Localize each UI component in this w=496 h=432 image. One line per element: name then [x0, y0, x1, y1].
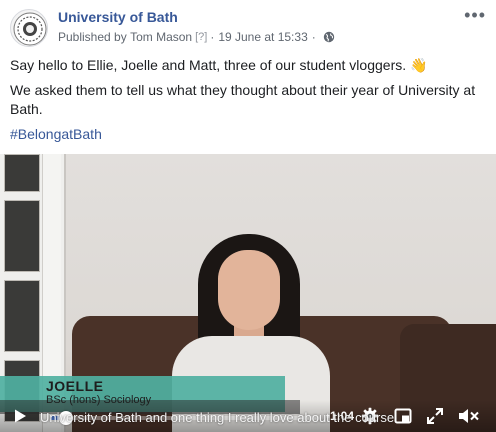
expand-icon[interactable]	[426, 407, 444, 425]
video-player[interactable]: JOELLE BSc (hons) Sociology -1:04	[0, 154, 496, 432]
video-subtitle: University of Bath and one thing I reall…	[40, 410, 395, 425]
published-prefix: Published by	[58, 30, 127, 44]
publisher-name[interactable]: Tom Mason	[130, 30, 192, 44]
help-marker[interactable]: [?]	[195, 31, 207, 43]
post-timestamp[interactable]: 19 June at 15:33	[218, 30, 307, 44]
video-person-face	[218, 250, 280, 330]
post-line-1: Say hello to Ellie, Joelle and Matt, thr…	[10, 57, 428, 73]
picture-in-picture-icon[interactable]	[394, 407, 412, 425]
door-pane	[4, 200, 40, 272]
hashtag-link[interactable]: #BelongatBath	[10, 125, 482, 144]
separator: ·	[210, 30, 215, 44]
separator: ·	[311, 30, 316, 44]
post-meta: Published by Tom Mason [?] · 19 June at …	[58, 30, 335, 44]
caption-name: JOELLE	[46, 378, 104, 394]
page-avatar[interactable]	[10, 9, 48, 47]
speaker-muted-icon[interactable]	[458, 407, 480, 425]
more-options-button[interactable]: •••	[464, 6, 486, 24]
post-line-2: We asked them to tell us what they thoug…	[10, 82, 476, 117]
page-name-link[interactable]: University of Bath	[58, 9, 178, 25]
globe-icon	[323, 31, 334, 43]
play-icon[interactable]	[12, 408, 28, 424]
door-pane	[4, 154, 40, 192]
facebook-video-post: University of Bath Published by Tom Maso…	[0, 0, 496, 432]
door-pane	[4, 280, 40, 352]
post-text: Say hello to Ellie, Joelle and Matt, thr…	[10, 56, 482, 150]
